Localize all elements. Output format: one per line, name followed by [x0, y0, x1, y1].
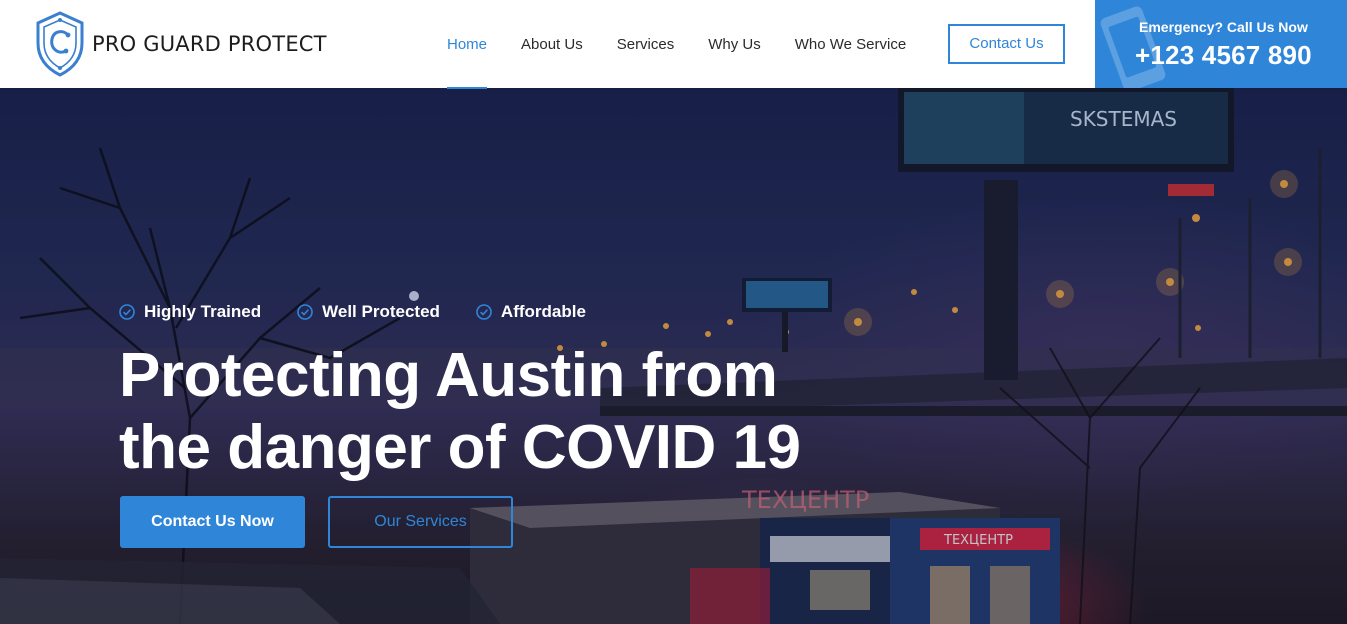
feature-label: Highly Trained: [144, 302, 262, 321]
feature-label: Affordable: [500, 302, 586, 321]
nav-item-who-we-service[interactable]: Who We Service: [795, 0, 906, 88]
our-services-button[interactable]: Our Services: [328, 496, 513, 548]
brand-name: PRO GUARD PROTECT: [92, 32, 327, 56]
hero-title-line-1: Protecting Austin from: [119, 341, 778, 410]
feature-well-protected: Well Protected: [297, 302, 440, 322]
check-circle-icon: [476, 304, 492, 320]
feature-affordable: Affordable: [476, 302, 586, 322]
hero-section: SKSTEMAS ТЕХЦЕНТР ТЕХЦЕНТР Highly Traine…: [0, 88, 1347, 624]
main-nav: Home About Us Services Why Us Who We Ser…: [430, 0, 940, 89]
site-header: PRO GUARD PROTECT Home About Us Services…: [0, 0, 1347, 89]
nav-item-why-us[interactable]: Why Us: [708, 0, 761, 88]
shield-logo-icon: [36, 11, 84, 77]
feature-highly-trained: Highly Trained: [119, 302, 261, 322]
emergency-phone-number[interactable]: +123 4567 890: [1135, 40, 1312, 71]
hero-title: Protecting Austin from the danger of COV…: [119, 340, 879, 484]
feature-label: Well Protected: [322, 302, 440, 321]
emergency-label: Emergency? Call Us Now: [1139, 19, 1308, 35]
feature-list: Highly Trained Well Protected Affordable: [119, 302, 622, 322]
check-circle-icon: [119, 304, 135, 320]
hero-title-line-2: the danger of COVID 19: [119, 413, 801, 482]
contact-us-button[interactable]: Contact Us: [948, 24, 1065, 64]
logo[interactable]: PRO GUARD PROTECT: [34, 11, 327, 77]
check-circle-icon: [297, 304, 313, 320]
nav-item-home[interactable]: Home: [447, 0, 488, 89]
nav-item-about-us[interactable]: About Us: [521, 0, 583, 88]
contact-us-now-button[interactable]: Contact Us Now: [120, 496, 305, 548]
nav-item-services[interactable]: Services: [617, 0, 675, 88]
emergency-call-box[interactable]: Emergency? Call Us Now +123 4567 890: [1095, 0, 1347, 88]
